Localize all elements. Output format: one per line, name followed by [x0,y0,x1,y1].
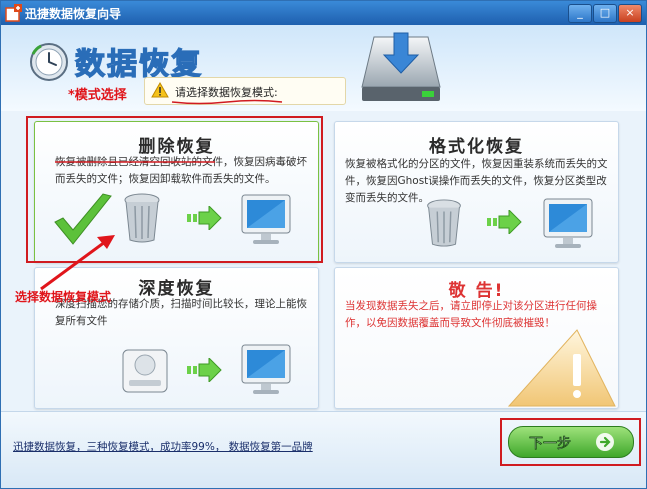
warning-card: 敬 告! 当发现数据丢失之后，请立即停止对该分区进行任何操作，以免因数据覆盖而导… [334,267,619,409]
hard-disk-icon [122,349,168,393]
hard-drive-icon [361,32,441,101]
title-bar[interactable]: 迅捷数据恢复向导 _ □ × [1,1,646,25]
close-button[interactable]: × [618,4,642,23]
warning-desc: 当发现数据丢失之后，请立即停止对该分区进行任何操作，以免因数据覆盖而导致文件彻底… [345,300,597,329]
arrow-right-icon [187,358,222,382]
recycle-bin-icon [427,199,461,247]
next-button-highlight [500,418,641,466]
footer-link[interactable]: 迅捷数据恢复，三种恢复模式，成功率99%， 数据恢复第一品牌 [13,439,313,454]
annotation-label: 选择数据恢复模式 [15,290,112,304]
app-window: 迅捷数据恢复向导 _ □ × 数据恢复 *模式选择 请选择数据恢复模式: 删除恢… [0,0,647,489]
minimize-button[interactable]: _ [568,4,592,23]
maximize-button[interactable]: □ [593,4,617,23]
warning-triangle-icon [507,329,616,407]
mode-card-format[interactable]: 格式化恢复 恢复被格式化的分区的文件，恢复因重装系统而丢失的文件，恢复因Ghos… [334,121,619,263]
prompt-underline [171,99,283,105]
prompt-text: 请选择数据恢复模式: [175,86,278,99]
app-icon [5,4,22,22]
warning-icon [151,82,169,98]
arrow-right-icon [487,210,522,234]
monitor-icon [241,344,291,394]
card-title-format: 格式化恢复 [429,137,524,157]
clock-icon [30,43,68,81]
monitor-icon [543,198,593,248]
delete-card-highlight [26,116,323,263]
window-title: 迅捷数据恢复向导 [25,7,122,21]
mode-select-label: *模式选择 [68,88,127,103]
